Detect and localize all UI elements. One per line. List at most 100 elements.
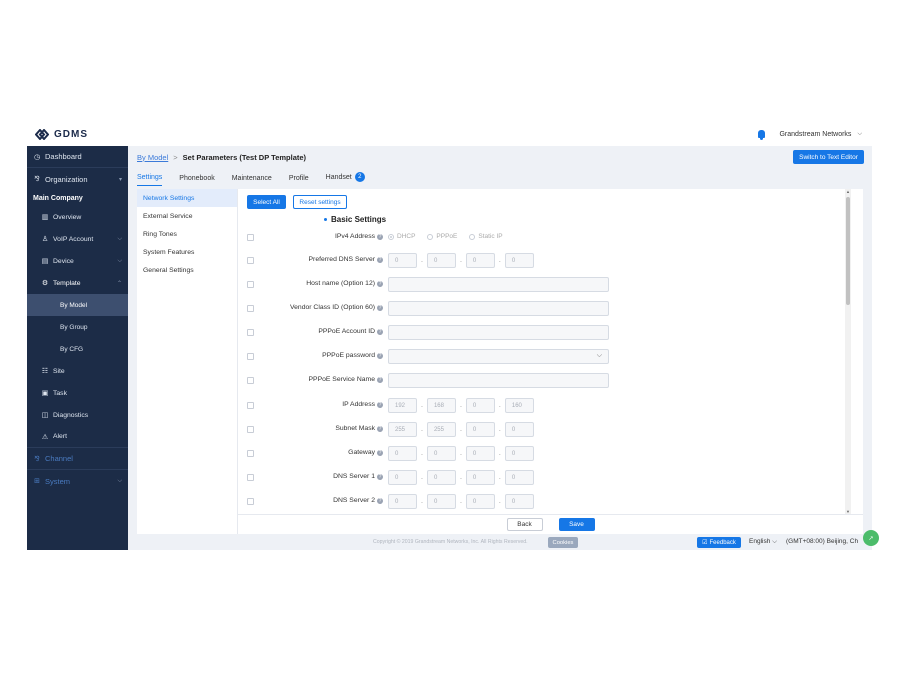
sidebar-item-alert[interactable]: ⚠ Alert — [27, 426, 128, 448]
row-checkbox[interactable] — [247, 498, 254, 505]
radio-dhcp[interactable]: DHCP — [388, 233, 415, 240]
ip-octet-3[interactable]: 0 — [465, 398, 495, 413]
row-checkbox[interactable] — [247, 257, 254, 264]
ip-octet-1[interactable]: 255 — [388, 422, 417, 437]
help-icon[interactable]: ? — [377, 256, 383, 263]
row-checkbox[interactable] — [247, 329, 254, 336]
help-icon[interactable]: ? — [377, 425, 383, 432]
ip-octet-1[interactable]: 192 — [388, 398, 417, 413]
radio-pppoe[interactable]: PPPoE — [427, 233, 457, 240]
help-icon[interactable]: ? — [377, 449, 383, 456]
sidebar-item-organization[interactable]: ⅋ Organization ▾ — [27, 168, 128, 190]
chevron-down-icon[interactable]: ⌵ — [857, 131, 862, 138]
help-icon[interactable]: ? — [377, 401, 383, 408]
ip-octet-2[interactable]: 255 — [426, 422, 456, 437]
back-button[interactable]: Back — [506, 518, 543, 531]
subnav-system-features[interactable]: System Features — [137, 243, 237, 261]
help-icon[interactable]: ? — [377, 473, 383, 480]
ip-octet-1[interactable]: 0 — [388, 494, 417, 509]
host-name-input[interactable] — [388, 277, 609, 292]
ip-octet-1[interactable]: 0 — [388, 253, 417, 268]
subnav-network-settings[interactable]: Network Settings — [137, 189, 237, 207]
vendor-class-id-input[interactable] — [388, 301, 609, 316]
tab-settings[interactable]: Settings — [137, 174, 163, 186]
ip-octet-2[interactable]: 168 — [426, 398, 456, 413]
help-icon[interactable]: ? — [377, 497, 383, 504]
feedback-button[interactable]: ☑ Feedback — [697, 537, 741, 548]
timezone-selector[interactable]: (GMT+08:00) Beijing, Ch — [786, 538, 858, 545]
sidebar-item-voip-account[interactable]: ♙ VoIP Account ⌵ — [27, 228, 128, 250]
help-icon[interactable]: ? — [377, 233, 383, 240]
sidebar-item-dashboard[interactable]: ◷ Dashboard — [27, 146, 128, 168]
eye-toggle-icon[interactable]: ⌵ — [597, 352, 602, 360]
row-checkbox[interactable] — [247, 450, 254, 457]
breadcrumb-link-by-model[interactable]: By Model — [137, 153, 168, 162]
help-icon[interactable]: ? — [377, 352, 383, 359]
row-checkbox[interactable] — [247, 234, 254, 241]
tab-profile[interactable]: Profile — [289, 175, 309, 186]
subnav-general-settings[interactable]: General Settings — [137, 261, 237, 279]
help-icon[interactable]: ? — [377, 304, 383, 311]
row-checkbox[interactable] — [247, 474, 254, 481]
pppoe-service-name-input[interactable] — [388, 373, 609, 388]
ip-octet-4[interactable]: 0 — [504, 470, 534, 485]
row-checkbox[interactable] — [247, 281, 254, 288]
ip-octet-3[interactable]: 0 — [465, 253, 495, 268]
sidebar-item-by-cfg[interactable]: By CFG — [27, 338, 128, 360]
sidebar-item-channel[interactable]: ⅋ Channel — [27, 448, 128, 470]
sidebar-item-by-group[interactable]: By Group — [27, 316, 128, 338]
cookies-button[interactable]: Cookies — [548, 537, 578, 548]
switch-to-text-editor-button[interactable]: Switch to Text Editor — [793, 150, 864, 164]
help-icon[interactable]: ? — [377, 328, 383, 335]
subnav-external-service[interactable]: External Service — [137, 207, 237, 225]
row-checkbox[interactable] — [247, 353, 254, 360]
ip-octet-4[interactable]: 160 — [504, 398, 534, 413]
ip-octet-4[interactable]: 0 — [504, 494, 534, 509]
account-name[interactable]: Grandstream Networks — [779, 131, 851, 138]
ip-octet-1[interactable]: 0 — [388, 446, 417, 461]
sidebar-item-device[interactable]: ▤ Device ⌵ — [27, 250, 128, 272]
ip-octet-4[interactable]: 0 — [504, 253, 534, 268]
bell-icon[interactable] — [758, 130, 766, 140]
sidebar-item-diagnostics[interactable]: ◫ Diagnostics — [27, 404, 128, 426]
sidebar-item-by-model[interactable]: By Model — [27, 294, 128, 316]
scrollbar-thumb[interactable] — [846, 197, 850, 305]
tab-maintenance[interactable]: Maintenance — [232, 175, 272, 186]
select-all-button[interactable]: Select All — [247, 195, 286, 209]
chat-fab-icon[interactable]: ↗ — [863, 530, 879, 546]
subnav-ring-tones[interactable]: Ring Tones — [137, 225, 237, 243]
ip-octet-3[interactable]: 0 — [465, 446, 495, 461]
scroll-up-icon[interactable]: ▲ — [846, 189, 850, 194]
form-scrollbar[interactable]: ▲ ▼ — [845, 189, 851, 514]
pppoe-account-id-input[interactable] — [388, 325, 609, 340]
gdms-logo[interactable]: GDMS — [35, 129, 88, 140]
sidebar-item-template[interactable]: ⚙ Template ⌃ — [27, 272, 128, 294]
sidebar-item-system[interactable]: ⊞ System ⌵ — [27, 470, 128, 492]
ip-octet-3[interactable]: 0 — [465, 422, 495, 437]
row-checkbox[interactable] — [247, 377, 254, 384]
ip-octet-4[interactable]: 0 — [504, 446, 534, 461]
sidebar-item-overview[interactable]: ▥ Overview — [27, 206, 128, 228]
row-checkbox[interactable] — [247, 426, 254, 433]
reset-settings-button[interactable]: Reset settings — [293, 195, 347, 209]
ip-octet-2[interactable]: 0 — [426, 446, 456, 461]
tab-phonebook[interactable]: Phonebook — [179, 175, 214, 186]
ip-octet-2[interactable]: 0 — [426, 253, 456, 268]
row-checkbox[interactable] — [247, 305, 254, 312]
radio-static-ip[interactable]: Static IP — [469, 233, 503, 240]
ip-octet-2[interactable]: 0 — [426, 470, 456, 485]
ip-octet-3[interactable]: 0 — [465, 494, 495, 509]
ip-octet-1[interactable]: 0 — [388, 470, 417, 485]
pppoe-password-input[interactable]: ⌵ — [388, 349, 609, 364]
tab-handset[interactable]: Handset 2 — [326, 172, 365, 186]
ip-octet-4[interactable]: 0 — [504, 422, 534, 437]
sidebar-item-site[interactable]: ☷ Site — [27, 360, 128, 382]
help-icon[interactable]: ? — [377, 280, 383, 287]
row-checkbox[interactable] — [247, 402, 254, 409]
ip-octet-3[interactable]: 0 — [465, 470, 495, 485]
ip-octet-2[interactable]: 0 — [426, 494, 456, 509]
language-selector[interactable]: English ⌵ — [749, 538, 777, 546]
help-icon[interactable]: ? — [377, 376, 383, 383]
save-button[interactable]: Save — [558, 518, 595, 531]
sidebar-item-task[interactable]: ▣ Task — [27, 382, 128, 404]
